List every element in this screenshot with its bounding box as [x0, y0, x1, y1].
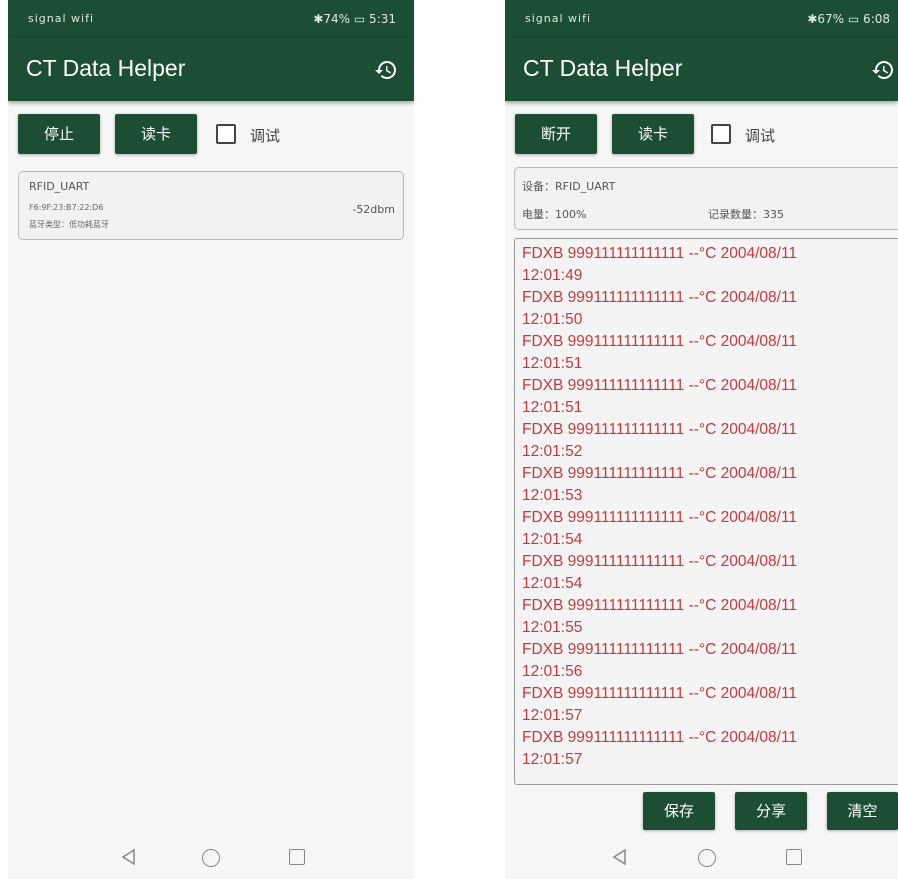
- device-info-card: 设备：RFID_UART 电量：100% 记录数量：335: [514, 167, 898, 230]
- nav-recent-icon[interactable]: [289, 849, 305, 865]
- app-title: CT Data Helper: [26, 55, 186, 81]
- status-right: ✱67% ▭ 6:08: [807, 12, 890, 26]
- nav-recent-icon[interactable]: [786, 849, 802, 865]
- read-card-button[interactable]: 读卡: [612, 114, 694, 154]
- debug-checkbox[interactable]: [216, 124, 236, 144]
- record-log[interactable]: FDXB 999111111111111 --°C 2004/08/11 12:0…: [514, 238, 898, 785]
- device-rssi: -52dbm: [352, 203, 395, 216]
- log-entry: FDXB 999111111111111 --°C 2004/08/11 12:0…: [522, 421, 798, 460]
- status-icons: signal wifi: [28, 12, 95, 25]
- status-icons: signal wifi: [525, 12, 592, 25]
- log-entry: FDXB 999111111111111 --°C 2004/08/11 12:0…: [522, 289, 798, 328]
- save-button[interactable]: 保存: [643, 792, 715, 830]
- disconnect-button[interactable]: 断开: [515, 114, 597, 154]
- device-name: RFID_UART: [29, 180, 90, 193]
- log-entry: FDXB 999111111111111 --°C 2004/08/11 12:0…: [522, 685, 798, 724]
- system-nav-bar: [8, 837, 414, 879]
- debug-label: 调试: [250, 127, 281, 145]
- debug-label: 调试: [745, 127, 776, 145]
- history-icon[interactable]: [374, 58, 398, 82]
- info-battery: 电量：100%: [522, 208, 587, 221]
- log-entry: FDXB 999111111111111 --°C 2004/08/11 12:0…: [522, 729, 798, 768]
- app-bar: CT Data Helper: [505, 38, 898, 101]
- info-device: 设备：RFID_UART: [522, 180, 616, 193]
- nav-home-icon[interactable]: [202, 849, 220, 867]
- log-entry: FDXB 999111111111111 --°C 2004/08/11 12:0…: [522, 553, 798, 592]
- device-bt-type: 蓝牙类型：低功耗蓝牙: [29, 220, 109, 229]
- log-entry: FDXB 999111111111111 --°C 2004/08/11 12:0…: [522, 465, 798, 504]
- log-entry: FDXB 999111111111111 --°C 2004/08/11 12:0…: [522, 377, 798, 416]
- status-bar: signal wifi ✱74% ▭ 5:31: [8, 0, 414, 38]
- log-entry: FDXB 999111111111111 --°C 2004/08/11 12:0…: [522, 597, 798, 636]
- log-entry: FDXB 999111111111111 --°C 2004/08/11 12:0…: [522, 245, 798, 284]
- right-phone-screen: signal wifi ✱67% ▭ 6:08 CT Data Helper 断…: [505, 0, 898, 879]
- info-record-count: 记录数量：335: [708, 208, 784, 221]
- nav-back-icon[interactable]: [120, 848, 138, 866]
- status-bar: signal wifi ✱67% ▭ 6:08: [505, 0, 898, 38]
- read-card-button[interactable]: 读卡: [115, 114, 197, 154]
- history-icon[interactable]: [871, 58, 895, 82]
- app-title: CT Data Helper: [523, 55, 683, 81]
- log-entry: FDXB 999111111111111 --°C 2004/08/11 12:0…: [522, 333, 798, 372]
- system-nav-bar: [505, 837, 898, 879]
- clear-button[interactable]: 清空: [827, 792, 898, 830]
- device-list-item[interactable]: RFID_UART F6:9F:23:B7:22:D6 蓝牙类型：低功耗蓝牙 -…: [18, 171, 404, 240]
- status-right: ✱74% ▭ 5:31: [313, 12, 396, 26]
- nav-home-icon[interactable]: [698, 849, 716, 867]
- debug-checkbox[interactable]: [711, 124, 731, 144]
- left-phone-screen: signal wifi ✱74% ▭ 5:31 CT Data Helper 停…: [8, 0, 414, 879]
- nav-back-icon[interactable]: [611, 848, 629, 866]
- log-entry: FDXB 999111111111111 --°C 2004/08/11 12:0…: [522, 509, 798, 548]
- stop-button[interactable]: 停止: [18, 114, 100, 154]
- app-bar: CT Data Helper: [8, 38, 414, 101]
- share-button[interactable]: 分享: [735, 792, 807, 830]
- log-entry: FDXB 999111111111111 --°C 2004/08/11 12:0…: [522, 641, 798, 680]
- device-mac: F6:9F:23:B7:22:D6: [29, 203, 104, 212]
